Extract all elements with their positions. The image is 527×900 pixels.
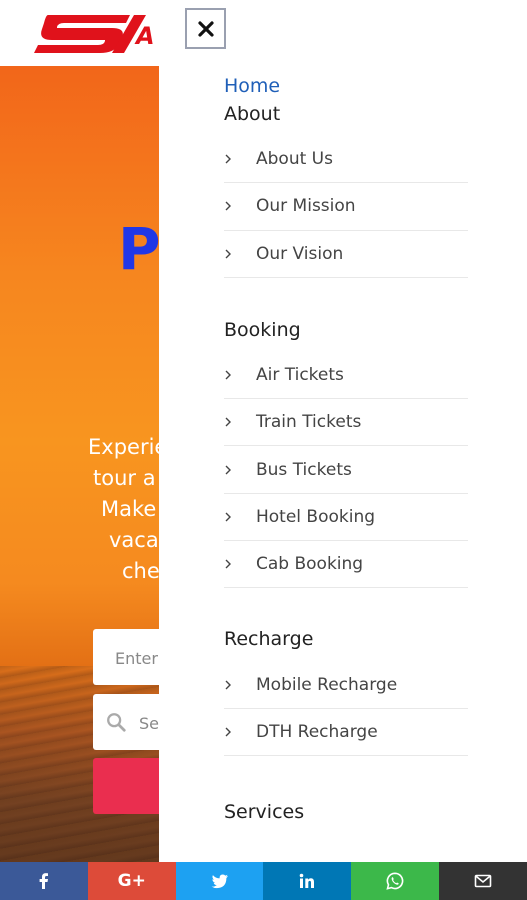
hero-tagline-line: Make xyxy=(101,497,157,521)
chevron-right-icon xyxy=(225,201,231,211)
chevron-right-icon xyxy=(225,727,231,737)
nav-item-our-vision[interactable]: Our Vision xyxy=(224,231,468,278)
search-icon xyxy=(107,713,126,732)
search-input-placeholder: Se xyxy=(139,714,159,733)
hero-tagline-line: vaca xyxy=(109,528,159,552)
destination-input-placeholder: Enter xyxy=(115,649,158,668)
nav-section-list: About Us Our Mission Our Vision xyxy=(224,136,468,278)
nav-item-label: Our Mission xyxy=(256,196,356,217)
brand-logo-text: A xyxy=(136,22,155,50)
nav-item-label: About Us xyxy=(256,149,333,170)
nav-item-label: DTH Recharge xyxy=(256,721,378,742)
nav-section-title[interactable]: Recharge xyxy=(224,625,468,653)
nav-item-bus-tickets[interactable]: Bus Tickets xyxy=(224,446,468,494)
nav-section-services: Services xyxy=(224,798,468,826)
nav-item-label: Cab Booking xyxy=(256,554,364,575)
facebook-icon xyxy=(39,873,48,889)
nav-item-label: Our Vision xyxy=(256,243,344,264)
nav-section-about: About About Us Our Mission Our Vision xyxy=(224,100,468,278)
nav-item-train-tickets[interactable]: Train Tickets xyxy=(224,399,468,447)
share-linkedin-button[interactable] xyxy=(263,862,352,900)
nav-item-dth-recharge[interactable]: DTH Recharge xyxy=(224,709,468,756)
chevron-right-icon xyxy=(225,559,231,569)
hero-tagline-line: che xyxy=(122,559,160,583)
chevron-right-icon xyxy=(225,417,231,427)
nav-item-label: Air Tickets xyxy=(256,365,344,386)
nav-item-mobile-recharge[interactable]: Mobile Recharge xyxy=(224,661,468,709)
nav-item-label: Hotel Booking xyxy=(256,506,376,527)
chevron-right-icon xyxy=(225,154,231,164)
nav-item-air-tickets[interactable]: Air Tickets xyxy=(224,352,468,400)
nav-drawer: Home About About Us Our Mission Our Visi… xyxy=(159,0,527,862)
nav-item-label: Mobile Recharge xyxy=(256,674,398,695)
chevron-right-icon xyxy=(225,249,231,259)
nav-section-list: Air Tickets Train Tickets Bus Tickets Ho… xyxy=(224,352,468,589)
share-twitter-button[interactable] xyxy=(175,862,264,900)
hero-tagline-line: tour a xyxy=(93,466,156,490)
hero-tagline: Experie tour a Make vaca che xyxy=(0,432,168,587)
nav-item-our-mission[interactable]: Our Mission xyxy=(224,183,468,231)
nav-section-title[interactable]: Booking xyxy=(224,316,468,344)
share-facebook-button[interactable] xyxy=(0,862,88,900)
twitter-icon xyxy=(211,874,228,889)
hero-tagline-line: Experie xyxy=(88,435,168,459)
share-whatsapp-button[interactable] xyxy=(351,862,440,900)
chevron-right-icon xyxy=(225,680,231,690)
nav-section-title[interactable]: Services xyxy=(224,798,468,826)
chevron-right-icon xyxy=(225,370,231,380)
nav-section-list: Mobile Recharge DTH Recharge xyxy=(224,661,468,756)
close-drawer-button[interactable] xyxy=(185,8,226,49)
share-google-plus-button[interactable]: G+ xyxy=(87,862,176,900)
nav-section-booking: Booking Air Tickets Train Tickets Bus Ti… xyxy=(224,316,468,589)
social-share-bar: G+ xyxy=(0,862,527,900)
nav-home-link[interactable]: Home xyxy=(224,72,468,100)
share-email-button[interactable] xyxy=(439,862,527,900)
drawer-menu: Home About About Us Our Mission Our Visi… xyxy=(224,72,468,826)
nav-item-label: Bus Tickets xyxy=(256,459,352,480)
nav-item-cab-booking[interactable]: Cab Booking xyxy=(224,541,468,589)
chevron-right-icon xyxy=(225,512,231,522)
nav-section-recharge: Recharge Mobile Recharge DTH Recharge xyxy=(224,625,468,756)
nav-item-hotel-booking[interactable]: Hotel Booking xyxy=(224,494,468,542)
email-icon xyxy=(474,874,492,888)
nav-item-about-us[interactable]: About Us xyxy=(224,136,468,184)
chevron-right-icon xyxy=(225,465,231,475)
nav-section-title[interactable]: About xyxy=(224,100,468,128)
google-plus-icon: G+ xyxy=(117,871,146,891)
nav-item-label: Train Tickets xyxy=(256,412,362,433)
hero-heading: P xyxy=(118,215,161,283)
linkedin-icon xyxy=(300,873,315,888)
whatsapp-icon xyxy=(386,872,404,890)
close-icon xyxy=(197,20,214,37)
